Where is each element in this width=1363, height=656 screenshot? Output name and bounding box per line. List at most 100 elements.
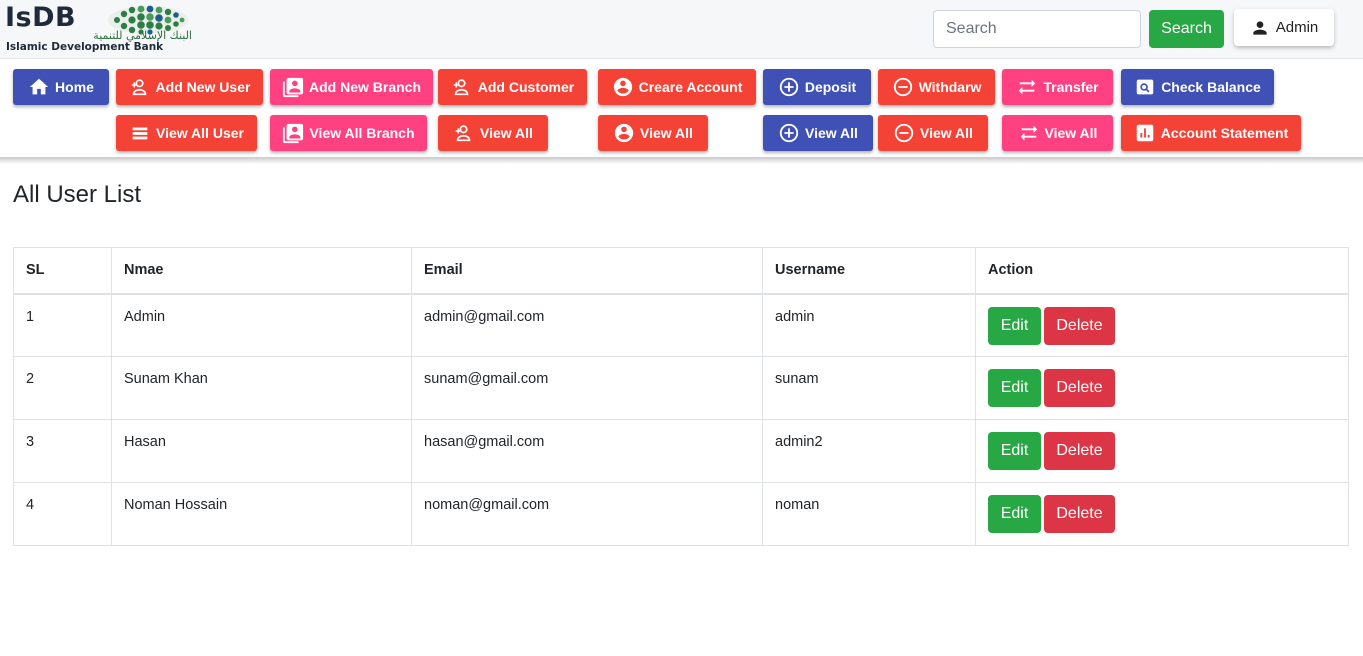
top-bar: IsDB البنك الإسلامي للتنمية Islamic Deve… <box>0 0 1363 59</box>
add-new-branch-label: Add New Branch <box>308 79 421 95</box>
cell-action: Edit Delete <box>975 419 1349 483</box>
edit-button[interactable]: Edit <box>988 369 1041 407</box>
delete-button[interactable]: Delete <box>1044 369 1115 407</box>
transfer-button[interactable]: Transfer <box>1002 69 1113 105</box>
edit-button[interactable]: Edit <box>988 306 1041 345</box>
logo-title: IsDB <box>5 2 77 33</box>
cell-sl: 3 <box>13 419 112 483</box>
column-header-sl: SL <box>13 247 112 295</box>
remove-circle-icon <box>894 123 914 143</box>
table-row: 2 Sunam Khan sunam@gmail.com sunam Edit D… <box>13 356 1349 420</box>
cell-email: hasan@gmail.com <box>411 419 763 483</box>
cell-name: Admin <box>111 293 412 357</box>
add-circle-icon <box>779 77 798 97</box>
cell-name: Sunam Khan <box>111 356 412 420</box>
withdraw-label: Withdarw <box>918 79 982 95</box>
cell-name: Hasan <box>111 419 412 483</box>
bar-chart-icon <box>1136 124 1153 142</box>
view-all-account-button[interactable]: View All <box>598 115 708 151</box>
view-all-withdraw-label: View All <box>920 125 973 141</box>
cell-action: Edit Delete <box>975 482 1349 546</box>
cell-email: admin@gmail.com <box>411 293 763 357</box>
view-all-branch-label: View All Branch <box>309 125 415 141</box>
view-all-deposit-label: View All <box>805 125 858 141</box>
person-icon <box>1253 20 1267 35</box>
add-circle-icon <box>779 123 799 143</box>
swap-arrows-icon <box>1020 125 1037 141</box>
edit-button[interactable]: Edit <box>988 495 1041 533</box>
isdb-logo[interactable]: IsDB البنك الإسلامي للتنمية Islamic Deve… <box>5 3 195 55</box>
cell-username: admin2 <box>762 419 976 483</box>
column-header-name: Nmae <box>111 247 412 295</box>
home-icon <box>29 78 49 95</box>
view-all-customer-button[interactable]: View All <box>438 115 548 151</box>
table-row: 4 Noman Hossain noman@gmail.com noman Ed… <box>13 482 1349 546</box>
create-account-label: Creare Account <box>638 79 743 95</box>
table-row: 3 Hasan hasan@gmail.com admin2 Edit Delet… <box>13 419 1349 483</box>
view-all-deposit-button[interactable]: View All <box>763 115 873 151</box>
column-header-email: Email <box>411 247 763 295</box>
admin-user-label: Admin <box>1275 19 1319 36</box>
cell-username: sunam <box>762 356 976 420</box>
view-all-branch-button[interactable]: View All Branch <box>270 115 427 151</box>
person-add-icon <box>131 79 146 96</box>
user-table: SL Nmae Email Username Action 1 Admin ad… <box>13 247 1349 546</box>
check-balance-label: Check Balance <box>1161 79 1261 95</box>
menu-divider <box>0 157 1363 164</box>
page-title: All User List <box>13 181 142 208</box>
account-circle-icon <box>614 123 634 143</box>
view-all-withdraw-button[interactable]: View All <box>878 115 988 151</box>
account-statement-button[interactable]: Account Statement <box>1121 115 1301 151</box>
view-all-user-label: View All User <box>156 125 244 141</box>
check-balance-button[interactable]: Check Balance <box>1121 69 1274 105</box>
delete-button[interactable]: Delete <box>1044 495 1115 533</box>
contacts-icon <box>282 77 304 98</box>
add-customer-button[interactable]: Add Customer <box>438 69 587 105</box>
edit-button[interactable]: Edit <box>988 432 1041 470</box>
account-statement-label: Account Statement <box>1160 125 1289 141</box>
view-all-user-button[interactable]: View All User <box>116 115 257 151</box>
deposit-label: Deposit <box>804 79 857 95</box>
search-button[interactable]: Search <box>1149 10 1224 48</box>
add-new-user-label: Add New User <box>155 79 251 95</box>
column-header-action: Action <box>975 247 1349 295</box>
person-add-icon <box>455 125 471 142</box>
delete-button[interactable]: Delete <box>1044 306 1115 345</box>
table-row: 1 Admin admin@gmail.com admin Edit Delete <box>13 293 1349 357</box>
remove-circle-icon <box>893 77 912 97</box>
view-all-transfer-button[interactable]: View All <box>1002 115 1113 151</box>
cell-sl: 4 <box>13 482 112 546</box>
home-button[interactable]: Home <box>13 69 109 105</box>
view-all-customer-label: View All <box>480 125 533 141</box>
create-account-button[interactable]: Creare Account <box>598 69 756 105</box>
cell-email: noman@gmail.com <box>411 482 763 546</box>
view-all-account-label: View All <box>640 125 693 141</box>
cell-sl: 2 <box>13 356 112 420</box>
deposit-button[interactable]: Deposit <box>763 69 871 105</box>
cell-action: Edit Delete <box>975 293 1349 357</box>
contacts-icon <box>283 123 304 144</box>
home-label: Home <box>55 79 94 95</box>
cell-email: sunam@gmail.com <box>411 356 763 420</box>
account-circle-icon <box>613 77 632 97</box>
cell-name: Noman Hossain <box>111 482 412 546</box>
add-customer-label: Add Customer <box>477 79 575 95</box>
table-header-row: SL Nmae Email Username Action <box>13 247 1349 295</box>
withdraw-button[interactable]: Withdarw <box>878 69 995 105</box>
delete-button[interactable]: Delete <box>1044 432 1115 470</box>
cell-username: admin <box>762 293 976 357</box>
swap-arrows-icon <box>1019 79 1036 95</box>
column-header-username: Username <box>762 247 976 295</box>
transfer-label: Transfer <box>1043 79 1099 95</box>
add-new-branch-button[interactable]: Add New Branch <box>270 69 433 105</box>
logo-subtitle: Islamic Development Bank <box>6 41 164 53</box>
person-add-icon <box>453 79 469 96</box>
search-input[interactable] <box>933 10 1141 48</box>
add-new-user-button[interactable]: Add New User <box>116 69 263 105</box>
cell-username: noman <box>762 482 976 546</box>
admin-user-button[interactable]: Admin <box>1234 9 1334 46</box>
view-all-transfer-label: View All <box>1044 125 1098 141</box>
search-box-icon <box>1136 79 1154 95</box>
list-icon <box>132 127 148 140</box>
cell-sl: 1 <box>13 293 112 357</box>
